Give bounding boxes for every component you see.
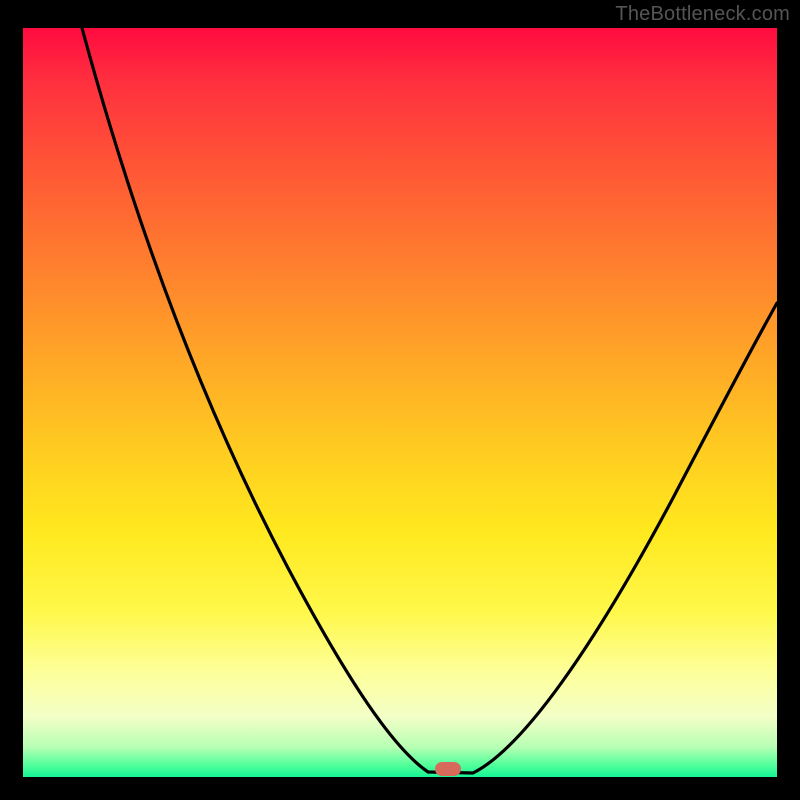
bottleneck-curve: [23, 28, 777, 777]
plot-area: [23, 28, 777, 777]
chart-frame: TheBottleneck.com: [0, 0, 800, 800]
watermark-text: TheBottleneck.com: [615, 3, 790, 26]
optimum-marker: [435, 762, 461, 776]
